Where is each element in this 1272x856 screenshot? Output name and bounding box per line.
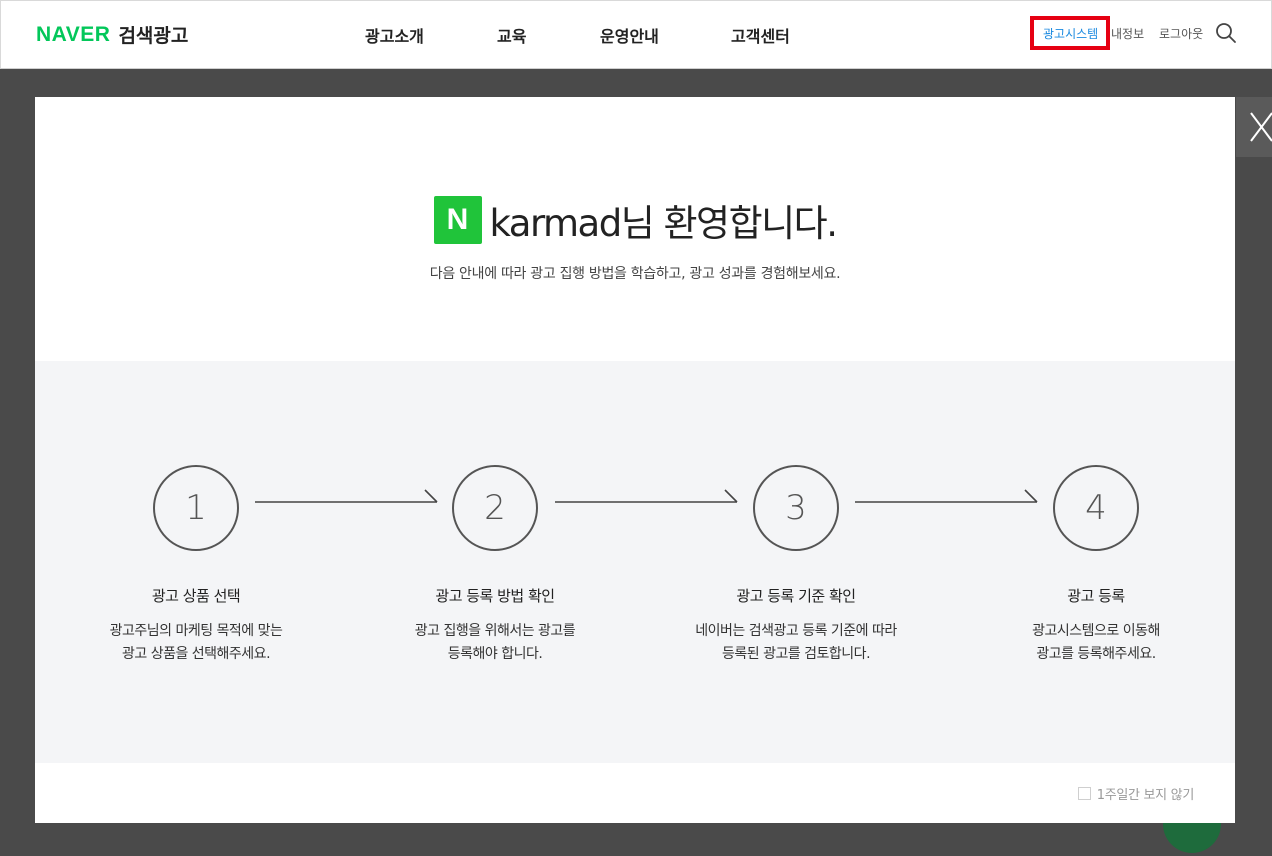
step-desc-line: 광고를 등록해주세요.	[1036, 646, 1156, 662]
step-desc-line: 등록된 광고를 검토합니다.	[721, 646, 871, 662]
nav-item-customer-center[interactable]: 고객센터	[731, 23, 790, 47]
steps-panel: 1 광고 상품 선택 광고주님의 마케팅 목적에 맞는 광고 상품을 선택해주세…	[35, 361, 1235, 763]
step-title: 광고 등록 기준 확인	[736, 587, 856, 605]
welcome-text: karmad님 환영합니다.	[489, 202, 838, 245]
dismiss-week-option[interactable]: 1주일간 보지 않기	[1077, 784, 1195, 803]
close-icon	[1250, 112, 1272, 142]
my-info-link[interactable]: 내정보	[1111, 25, 1144, 42]
step-number-circle: 4	[1053, 465, 1139, 551]
step-title: 광고 등록	[1067, 587, 1125, 605]
site-header: NAVER 검색광고 광고소개 교육 운영안내 고객센터 광고시스템 내정보 로…	[0, 0, 1272, 69]
naver-logo: NAVER	[36, 22, 111, 46]
step-description: 광고시스템으로 이동해 광고를 등록해주세요.	[976, 620, 1216, 666]
dismiss-week-checkbox[interactable]	[1077, 787, 1091, 800]
step-description: 광고주님의 마케팅 목적에 맞는 광고 상품을 선택해주세요.	[76, 620, 316, 666]
step-description: 광고 집행을 위해서는 광고를 등록해야 합니다.	[375, 620, 615, 666]
close-button[interactable]	[1236, 97, 1272, 157]
step-desc-line: 네이버는 검색광고 등록 기준에 따라	[695, 623, 897, 639]
step-description: 네이버는 검색광고 등록 기준에 따라 등록된 광고를 검토합니다.	[676, 620, 916, 666]
step-title: 광고 상품 선택	[151, 587, 241, 605]
naver-n-icon: N	[433, 196, 482, 244]
welcome-heading: N karmad님 환영합니다.	[35, 193, 1235, 247]
search-icon	[1216, 23, 1236, 43]
dismiss-week-label: 1주일간 보지 않기	[1096, 788, 1195, 803]
step-desc-line: 등록해야 합니다.	[447, 646, 543, 662]
logout-link[interactable]: 로그아웃	[1159, 25, 1203, 42]
welcome-modal: N karmad님 환영합니다. 다음 안내에 따라 광고 집행 방법을 학습하…	[35, 97, 1235, 823]
step-title: 광고 등록 방법 확인	[435, 587, 555, 605]
nav-item-operation-guide[interactable]: 운영안내	[600, 23, 659, 47]
step-desc-line: 광고 집행을 위해서는 광고를	[414, 623, 576, 639]
step-number-circle: 1	[153, 465, 239, 551]
search-button[interactable]	[1215, 22, 1237, 44]
naver-searchad-logo[interactable]: NAVER 검색광고	[36, 21, 188, 48]
service-name: 검색광고	[118, 25, 189, 47]
step-desc-line: 광고시스템으로 이동해	[1032, 623, 1160, 639]
step-4: 4 광고 등록 광고시스템으로 이동해 광고를 등록해주세요.	[976, 465, 1216, 666]
nav-item-education[interactable]: 교육	[497, 23, 526, 47]
step-number-circle: 3	[753, 465, 839, 551]
step-desc-line: 광고주님의 마케팅 목적에 맞는	[109, 623, 283, 639]
nav-item-ad-intro[interactable]: 광고소개	[365, 23, 424, 47]
step-number-circle: 2	[452, 465, 538, 551]
welcome-subtitle: 다음 안내에 따라 광고 집행 방법을 학습하고, 광고 성과를 경험해보세요.	[429, 266, 841, 282]
highlight-box	[1030, 16, 1110, 50]
step-desc-line: 광고 상품을 선택해주세요.	[121, 646, 271, 662]
